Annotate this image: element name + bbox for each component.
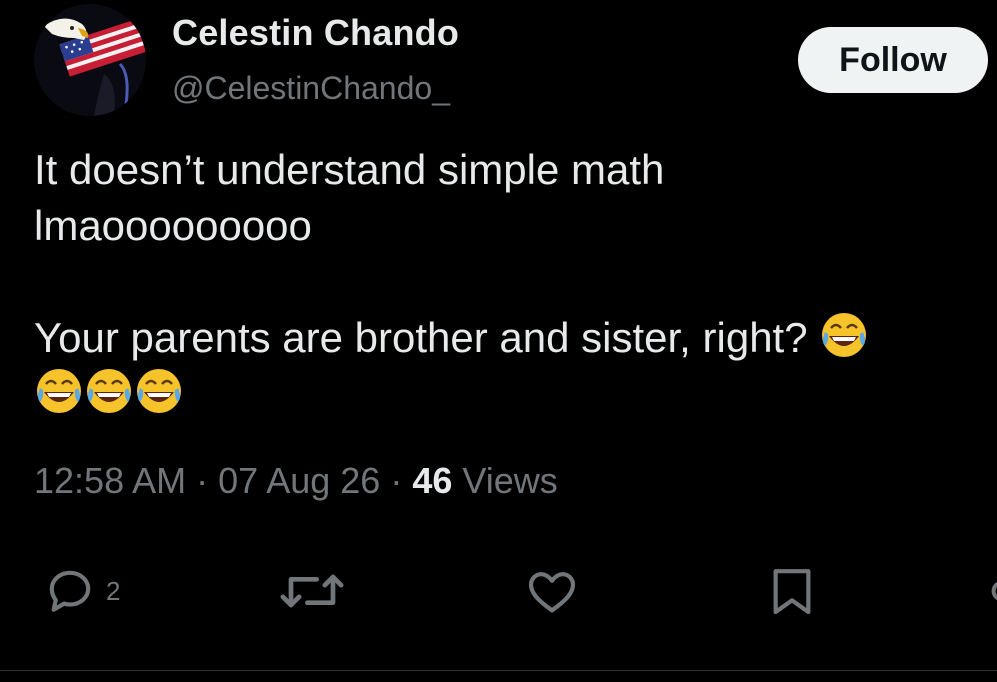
tweet-time[interactable]: 12:58 AM — [34, 460, 186, 501]
emoji-row — [34, 366, 989, 422]
reply-count: 2 — [106, 575, 121, 606]
tweet-date[interactable]: 07 Aug 26 — [218, 460, 380, 501]
tweet-line-1: It doesn’t understand simple math — [34, 146, 665, 193]
laughing-emoji-icon — [134, 366, 184, 416]
laughing-emoji-icon — [819, 310, 869, 360]
user-handle[interactable]: @CelestinChando_ — [172, 70, 450, 107]
tweet-line-2: lmaooooooooo — [34, 202, 312, 249]
retweet-button[interactable] — [277, 556, 347, 626]
follow-button[interactable]: Follow — [798, 27, 988, 93]
tweet-text: It doesn’t understand simple math lmaooo… — [34, 142, 989, 422]
laughing-emoji-icon — [84, 366, 134, 416]
meta-separator: · — [196, 460, 209, 501]
display-name[interactable]: Celestin Chando — [172, 12, 459, 54]
meta-separator: · — [390, 460, 403, 501]
eagle-flag-avatar-icon — [34, 4, 146, 116]
reply-button[interactable]: 2 — [42, 556, 120, 626]
bookmark-icon — [773, 569, 811, 615]
share-icon — [991, 581, 997, 601]
laughing-emoji-icon — [34, 366, 84, 416]
tweet-line-3-wrap: Your parents are brother and sister, rig… — [34, 310, 989, 366]
bookmark-button[interactable] — [764, 556, 820, 626]
avatar[interactable] — [34, 4, 146, 116]
tweet-line-3: Your parents are brother and sister, rig… — [34, 314, 808, 361]
tweet-spacer — [34, 254, 989, 310]
retweet-icon — [280, 574, 344, 608]
tweet-meta: 12:58 AM · 07 Aug 26 · 46 Views — [34, 460, 558, 502]
like-button[interactable] — [522, 556, 582, 626]
action-bar: 2 — [0, 556, 997, 626]
views-count: 46 — [412, 460, 453, 501]
divider — [0, 670, 997, 671]
heart-icon — [528, 572, 576, 613]
share-button[interactable] — [978, 556, 997, 626]
reply-icon — [49, 570, 91, 612]
views-label: Views — [462, 460, 558, 501]
